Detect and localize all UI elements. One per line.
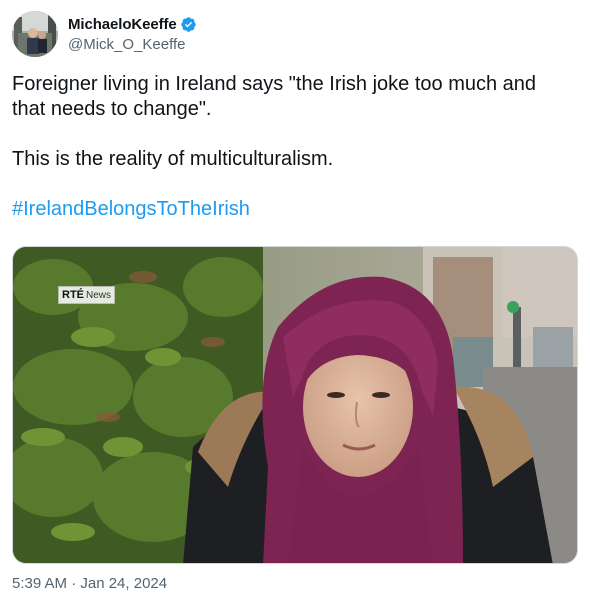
rte-news-label: News xyxy=(86,289,112,301)
tweet-text: Foreigner living in Ireland says "the Ir… xyxy=(12,72,572,222)
verified-badge-icon xyxy=(180,16,197,33)
name-row: MichaeloKeeffe xyxy=(68,16,197,33)
author-handle[interactable]: @Mick_O_Keeffe xyxy=(68,36,197,53)
author-names: MichaeloKeeffe @Mick_O_Keeffe xyxy=(68,16,197,53)
hashtag-link[interactable]: #IrelandBelongsToTheIrish xyxy=(12,197,572,222)
tweet-header: MichaeloKeeffe @Mick_O_Keeffe xyxy=(12,8,197,60)
author-display-name[interactable]: MichaeloKeeffe xyxy=(68,16,177,33)
tweet-paragraph-1: Foreigner living in Ireland says "the Ir… xyxy=(12,73,537,120)
avatar-image xyxy=(12,11,58,57)
rte-news-watermark: RTÉ News xyxy=(58,286,116,304)
rte-brand-logo: RTÉ xyxy=(62,289,84,301)
tweet-timestamp[interactable]: 5:39 AM · Jan 24, 2024 xyxy=(12,575,167,592)
tweet-paragraph-2: This is the reality of multiculturalism. xyxy=(12,148,334,170)
tweet-card: MichaeloKeeffe @Mick_O_Keeffe Foreigner … xyxy=(0,0,590,601)
avatar[interactable] xyxy=(12,11,58,57)
